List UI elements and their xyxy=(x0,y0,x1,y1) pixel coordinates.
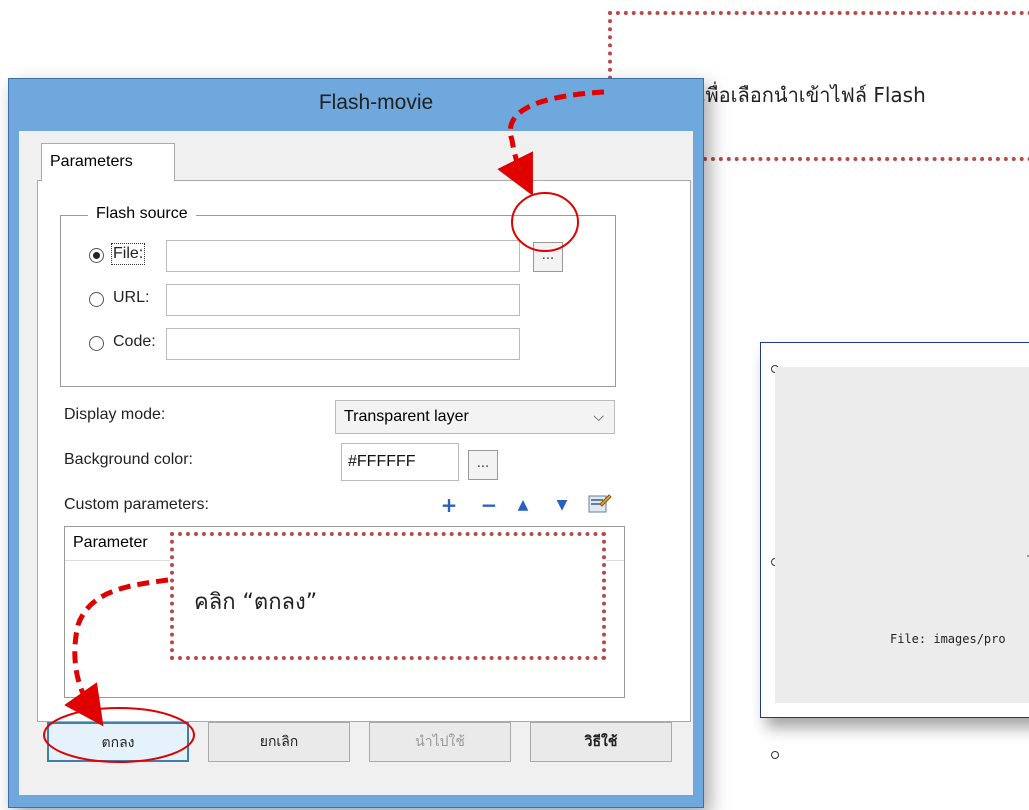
radio-url[interactable] xyxy=(89,292,104,307)
remove-icon[interactable]: − xyxy=(480,495,498,515)
move-up-icon[interactable]: ▲ xyxy=(514,496,532,514)
ok-button[interactable]: ตกลง xyxy=(47,722,189,762)
edit-properties-icon[interactable] xyxy=(588,492,612,514)
display-mode-label: Display mode: xyxy=(64,406,166,423)
display-mode-value: Transparent layer xyxy=(344,408,469,425)
move-down-icon[interactable]: ▼ xyxy=(553,496,571,514)
flash-preview-panel: F File: images/pro xyxy=(760,342,1029,759)
display-mode-select[interactable]: Transparent layer ⌵ xyxy=(335,400,615,434)
file-label: File: xyxy=(110,243,146,265)
add-icon[interactable]: + xyxy=(440,495,458,515)
flash-placeholder[interactable]: F File: images/pro xyxy=(775,367,1029,703)
radio-code[interactable] xyxy=(89,336,104,351)
resize-handle-bottom-left[interactable] xyxy=(771,751,779,759)
tab-parameters[interactable]: Parameters xyxy=(41,143,175,181)
title-bar[interactable]: Flash-movie xyxy=(9,79,703,131)
dialog-title: Flash-movie xyxy=(318,91,434,114)
url-label: URL: xyxy=(113,289,150,306)
browse-file-button[interactable]: ... xyxy=(533,242,563,272)
chevron-down-icon: ⌵ xyxy=(593,408,604,424)
url-input[interactable] xyxy=(166,284,520,316)
callout-ok-hint: คลิก “ตกลง” xyxy=(170,532,606,660)
callout-ok-text: คลิก “ตกลง” xyxy=(194,590,318,615)
cancel-button[interactable]: ยกเลิก xyxy=(208,722,350,762)
flash-source-label: Flash source xyxy=(88,205,196,223)
custom-parameters-label: Custom parameters: xyxy=(64,496,209,513)
radio-file[interactable] xyxy=(89,248,104,263)
code-input[interactable] xyxy=(166,328,520,360)
code-label: Code: xyxy=(113,333,156,350)
flash-file-path: File: images/pro xyxy=(890,632,1006,646)
background-color-label: Background color: xyxy=(64,451,193,468)
help-button[interactable]: วิธีใช้ xyxy=(530,722,672,762)
background-color-input[interactable] xyxy=(341,443,459,481)
color-picker-button[interactable]: ... xyxy=(468,450,498,480)
file-path-input[interactable] xyxy=(166,240,520,272)
apply-button[interactable]: นำไปใช้ xyxy=(369,722,511,762)
